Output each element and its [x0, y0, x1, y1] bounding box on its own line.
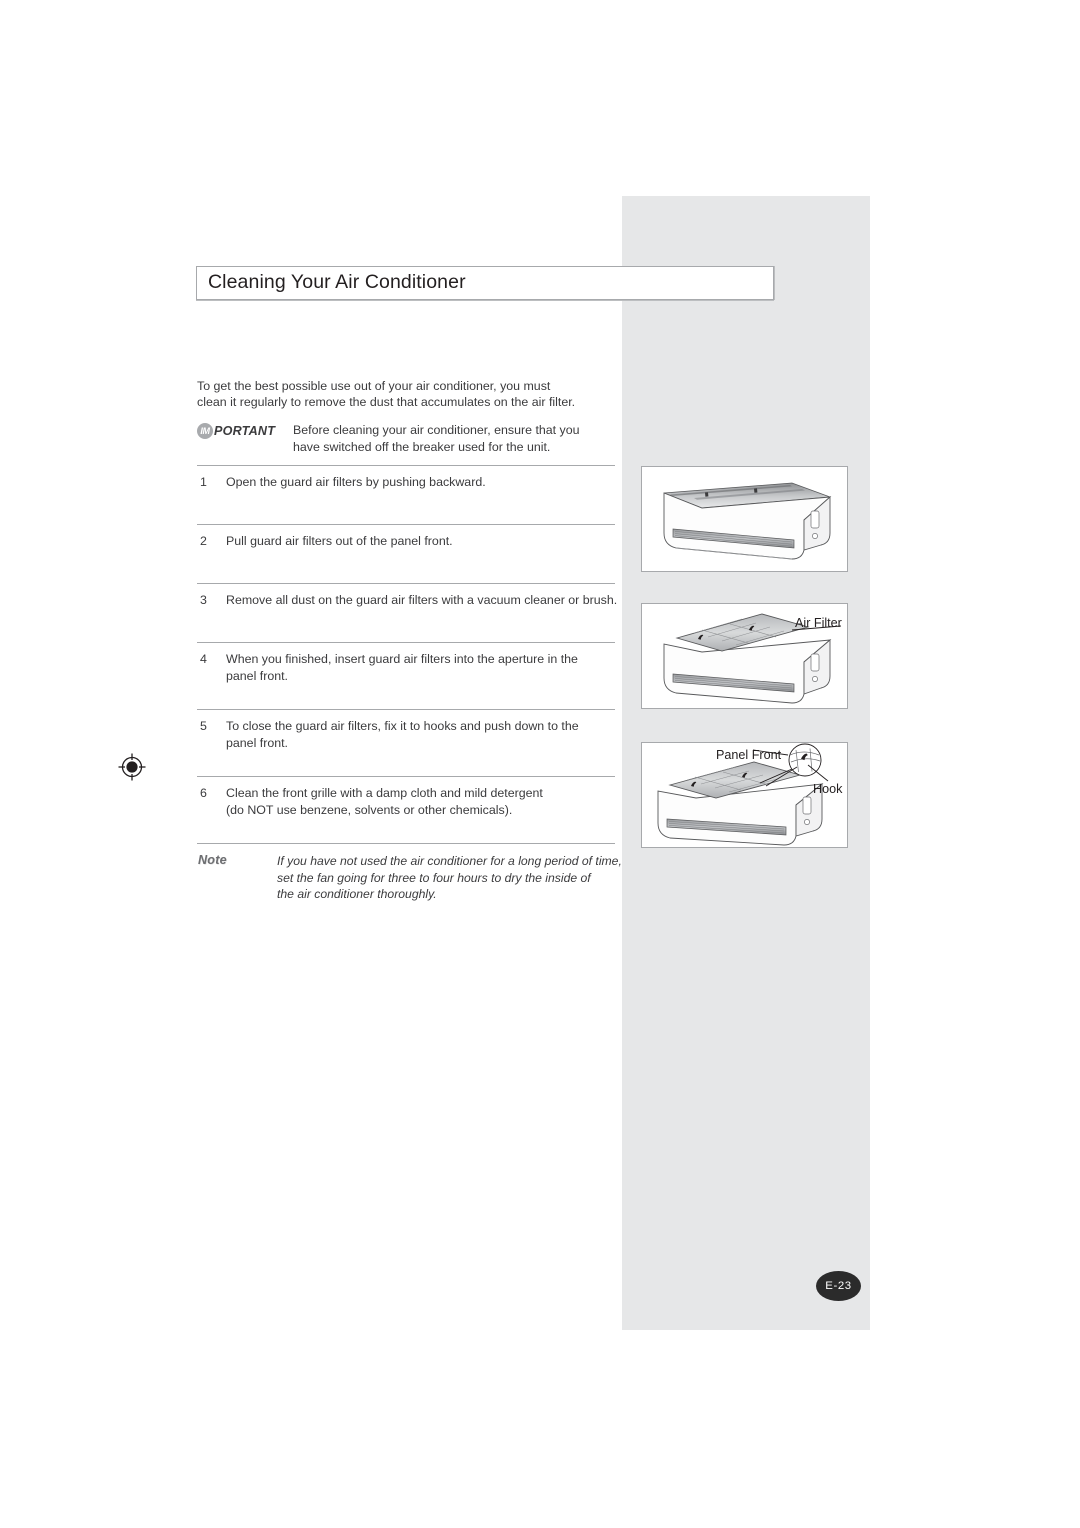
note-line-1: If you have not used the air conditioner… — [277, 854, 622, 869]
step-text: Pull guard air filters out of the panel … — [226, 533, 453, 549]
step-number: 5 — [200, 719, 207, 734]
step-line-2: panel front. — [226, 668, 288, 683]
step-line-1: Remove all dust on the guard air filters… — [226, 593, 618, 608]
step-item: 6 Clean the front grille with a damp clo… — [197, 777, 615, 843]
intro-paragraph: To get the best possible use out of your… — [197, 378, 615, 410]
step-text: Open the guard air filters by pushing ba… — [226, 474, 486, 490]
instructions-column: To get the best possible use out of your… — [197, 378, 622, 903]
step-item: 2 Pull guard air filters out of the pane… — [197, 525, 615, 583]
illustration-unit-closed — [641, 466, 848, 572]
important-line-2: have switched off the breaker used for t… — [293, 439, 551, 454]
step-number: 1 — [200, 475, 207, 490]
step-text: Remove all dust on the guard air filters… — [226, 592, 617, 608]
step-number: 3 — [200, 593, 207, 608]
note-block: Note If you have not used the air condit… — [197, 844, 622, 903]
page-canvas: Cleaning Your Air Conditioner To get the… — [0, 0, 1080, 1528]
step-line-2: (do NOT use benzene, solvents or other c… — [226, 802, 513, 817]
step-line-1: To close the guard air filters, fix it t… — [226, 719, 579, 734]
intro-line-2: clean it regularly to remove the dust th… — [197, 395, 576, 410]
step-item: 4 When you finished, insert guard air fi… — [197, 643, 615, 709]
step-item: 5 To close the guard air filters, fix it… — [197, 710, 615, 776]
page-title-box: Cleaning Your Air Conditioner — [196, 266, 774, 300]
important-text: Before cleaning your air conditioner, en… — [293, 422, 580, 455]
page-number-badge: E-23 — [816, 1271, 861, 1301]
step-line-1: When you finished, insert guard air filt… — [226, 652, 578, 667]
important-line-1: Before cleaning your air conditioner, en… — [293, 423, 580, 438]
step-number: 2 — [200, 534, 207, 549]
illustration-label-hook: Hook — [813, 782, 843, 796]
registration-crosshair-icon — [118, 753, 146, 781]
note-line-2: set the fan going for three to four hour… — [277, 870, 591, 885]
step-number: 6 — [200, 786, 207, 801]
illustration-label-panel-front: Panel Front — [716, 748, 782, 762]
important-notice: IM PORTANT Before cleaning your air condi… — [197, 422, 615, 455]
note-line-3: the air conditioner thoroughly. — [277, 887, 437, 902]
step-item: 3 Remove all dust on the guard air filte… — [197, 584, 617, 642]
step-number: 4 — [200, 652, 207, 667]
air-conditioner-diagram-1 — [663, 482, 832, 560]
step-text: Clean the front grille with a damp cloth… — [226, 785, 543, 818]
step-text: To close the guard air filters, fix it t… — [226, 718, 579, 751]
step-line-1: Clean the front grille with a damp cloth… — [226, 786, 543, 801]
step-line-1: Pull guard air filters out of the panel … — [226, 534, 453, 549]
important-label-text: PORTANT — [214, 424, 276, 439]
important-label: IM PORTANT — [197, 422, 293, 440]
intro-line-1: To get the best possible use out of your… — [197, 379, 551, 393]
illustration-label-air-filter: Air Filter — [795, 616, 842, 630]
note-text: If you have not used the air conditioner… — [277, 853, 622, 903]
step-line-1: Open the guard air filters by pushing ba… — [226, 475, 486, 490]
step-line-2: panel front. — [226, 735, 288, 750]
steps-list: 1 Open the guard air filters by pushing … — [197, 465, 622, 903]
important-badge-icon: IM — [197, 423, 213, 440]
page-title: Cleaning Your Air Conditioner — [208, 271, 466, 294]
step-item: 1 Open the guard air filters by pushing … — [197, 466, 615, 524]
step-text: When you finished, insert guard air filt… — [226, 651, 578, 684]
note-label: Note — [198, 853, 227, 868]
